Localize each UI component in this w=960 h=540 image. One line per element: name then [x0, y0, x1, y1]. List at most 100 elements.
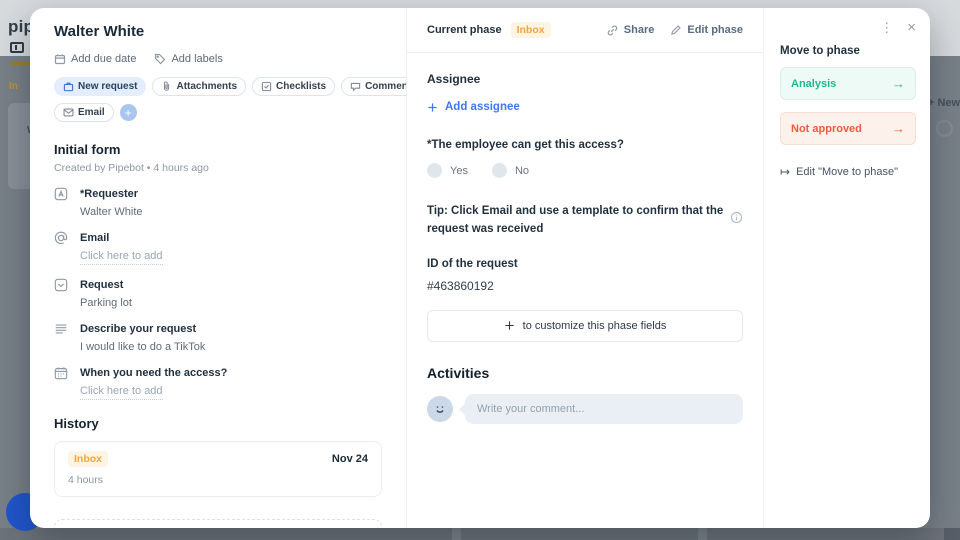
calendar-icon [54, 54, 66, 65]
email-label: Email [78, 107, 105, 118]
arrow-right-icon: → [892, 121, 905, 136]
email-pill[interactable]: Email [54, 103, 114, 122]
current-phase-badge[interactable]: Inbox [510, 22, 551, 38]
card-actions-row-2: Email + [54, 103, 382, 122]
radio-no-label: No [514, 164, 530, 177]
plus-icon [505, 321, 514, 330]
edit-phase-button[interactable]: Edit phase [670, 24, 743, 37]
add-assignee-button[interactable]: Add assignee [427, 101, 743, 113]
field-request: Request Parking lot [54, 278, 382, 309]
info-icon[interactable] [730, 211, 743, 224]
customize-phase-fields-button[interactable]: to customize this phase fields [427, 309, 743, 342]
plus-icon: + [124, 105, 132, 120]
pencil-icon [671, 25, 682, 35]
at-sign-icon [54, 231, 68, 245]
field-label: Request [80, 279, 124, 291]
tag-icon [155, 53, 166, 65]
comment-row [427, 393, 743, 424]
card-detail-modal: Walter White Add due date Add labels New… [30, 8, 930, 528]
comments-pill[interactable]: Comments [341, 77, 406, 96]
initial-form-heading: Initial form [54, 142, 121, 157]
customize-view-button[interactable]: Click here to customize this view [54, 519, 382, 528]
assignee-heading: Assignee [427, 72, 481, 86]
move-to-not-approved-button[interactable]: Not approved → [780, 112, 916, 145]
card-actions-row-1: New request Attachments Checklists Comme… [54, 77, 406, 96]
kanban-board-icon [10, 42, 24, 53]
comment-input[interactable] [465, 393, 743, 424]
history-date: Nov 24 [331, 453, 368, 465]
request-id-value: #463860192 [427, 278, 494, 293]
new-card-button: + New [928, 97, 960, 109]
customize-phase-fields-label: to customize this phase fields [522, 319, 667, 332]
history-entry: Inbox Nov 24 4 hours [54, 441, 382, 497]
field-value[interactable]: Click here to add [80, 250, 163, 265]
column-gap [698, 528, 707, 540]
add-labels-button[interactable]: Add labels [154, 53, 223, 65]
field-label: Email [80, 232, 110, 244]
field-label: Describe your request [80, 323, 197, 335]
field-value[interactable]: I would like to do a TikTok [80, 341, 205, 353]
field-describe-request: Describe your request I would like to do… [54, 322, 382, 353]
current-phase-label: Current phase [427, 24, 502, 36]
calendar-grid-icon [54, 367, 68, 380]
field-email: Email Click here to add [54, 231, 382, 265]
history-phase-badge: Inbox [68, 451, 108, 467]
dropdown-field-icon [54, 278, 68, 292]
add-due-date-button[interactable]: Add due date [54, 53, 136, 65]
plus-icon [428, 102, 437, 112]
move-to-analysis-button[interactable]: Analysis → [780, 67, 916, 100]
text-lines-icon [55, 324, 67, 334]
kebab-menu-icon[interactable]: ⋮ [880, 21, 893, 34]
text-field-icon [54, 187, 68, 201]
add-labels-label: Add labels [171, 53, 223, 65]
tip-row: Tip: Click Email and use a template to c… [427, 203, 743, 239]
field-value[interactable]: Walter White [80, 206, 143, 218]
close-icon[interactable]: × [907, 20, 916, 35]
field-label: When you need the access? [80, 367, 228, 379]
move-to-phase-heading: Move to phase [780, 45, 860, 57]
activities-heading: Activities [427, 364, 490, 381]
radio-circle-icon [427, 163, 442, 178]
radio-yes-label: Yes [450, 164, 468, 177]
column-gap [452, 528, 461, 540]
new-request-label: New request [78, 81, 138, 92]
checklist-icon [261, 81, 272, 92]
field-when-access: When you need the access? Click here to … [54, 366, 382, 400]
phase-column: Current phase Inbox Share Edit phase Ass… [407, 8, 764, 528]
field-value[interactable]: Click here to add [80, 385, 163, 400]
briefcase-icon [63, 82, 74, 92]
share-label: Share [623, 24, 655, 36]
comment-bubble-icon [350, 82, 361, 92]
arrow-right-icon: → [892, 76, 905, 91]
add-assignee-label: Add assignee [445, 101, 520, 113]
radio-yes[interactable]: Yes [427, 163, 468, 178]
field-requester: *Requester Walter White [54, 187, 382, 218]
move-to-phase-panel: ⋮ × Move to phase Analysis → Not approve… [764, 8, 930, 528]
share-button[interactable]: Share [606, 24, 655, 37]
link-icon [607, 25, 618, 35]
modal-controls: ⋮ × [780, 20, 916, 35]
attachments-pill[interactable]: Attachments [152, 77, 247, 96]
edit-phase-label: Edit phase [687, 24, 743, 36]
new-request-pill[interactable]: New request [54, 77, 147, 96]
created-by-text: Created by Pipebot • 4 hours ago [54, 162, 209, 174]
background-board-bottom [0, 528, 960, 540]
card-title[interactable]: Walter White [54, 23, 382, 40]
request-id-label: ID of the request [427, 257, 518, 270]
smiley-avatar-icon [427, 395, 453, 422]
edit-move-to-phase-link[interactable]: ↦ Edit "Move to phase" [780, 165, 916, 179]
checklists-pill[interactable]: Checklists [252, 77, 336, 96]
field-value[interactable]: Parking lot [80, 297, 132, 309]
history-duration: 4 hours [68, 474, 104, 486]
access-question-label: *The employee can get this access? [427, 139, 624, 151]
radio-no[interactable]: No [491, 163, 530, 178]
attachments-label: Attachments [176, 81, 238, 92]
add-action-button[interactable]: + [119, 104, 137, 121]
arrow-from-bar-icon: ↦ [780, 165, 791, 179]
card-meta-row: Add due date Add labels [54, 53, 382, 65]
paperclip-icon [164, 81, 170, 91]
move-analysis-label: Analysis [791, 77, 837, 90]
access-radio-group: Yes No [427, 163, 743, 178]
field-label: *Requester [80, 188, 139, 200]
add-due-date-label: Add due date [71, 53, 137, 65]
